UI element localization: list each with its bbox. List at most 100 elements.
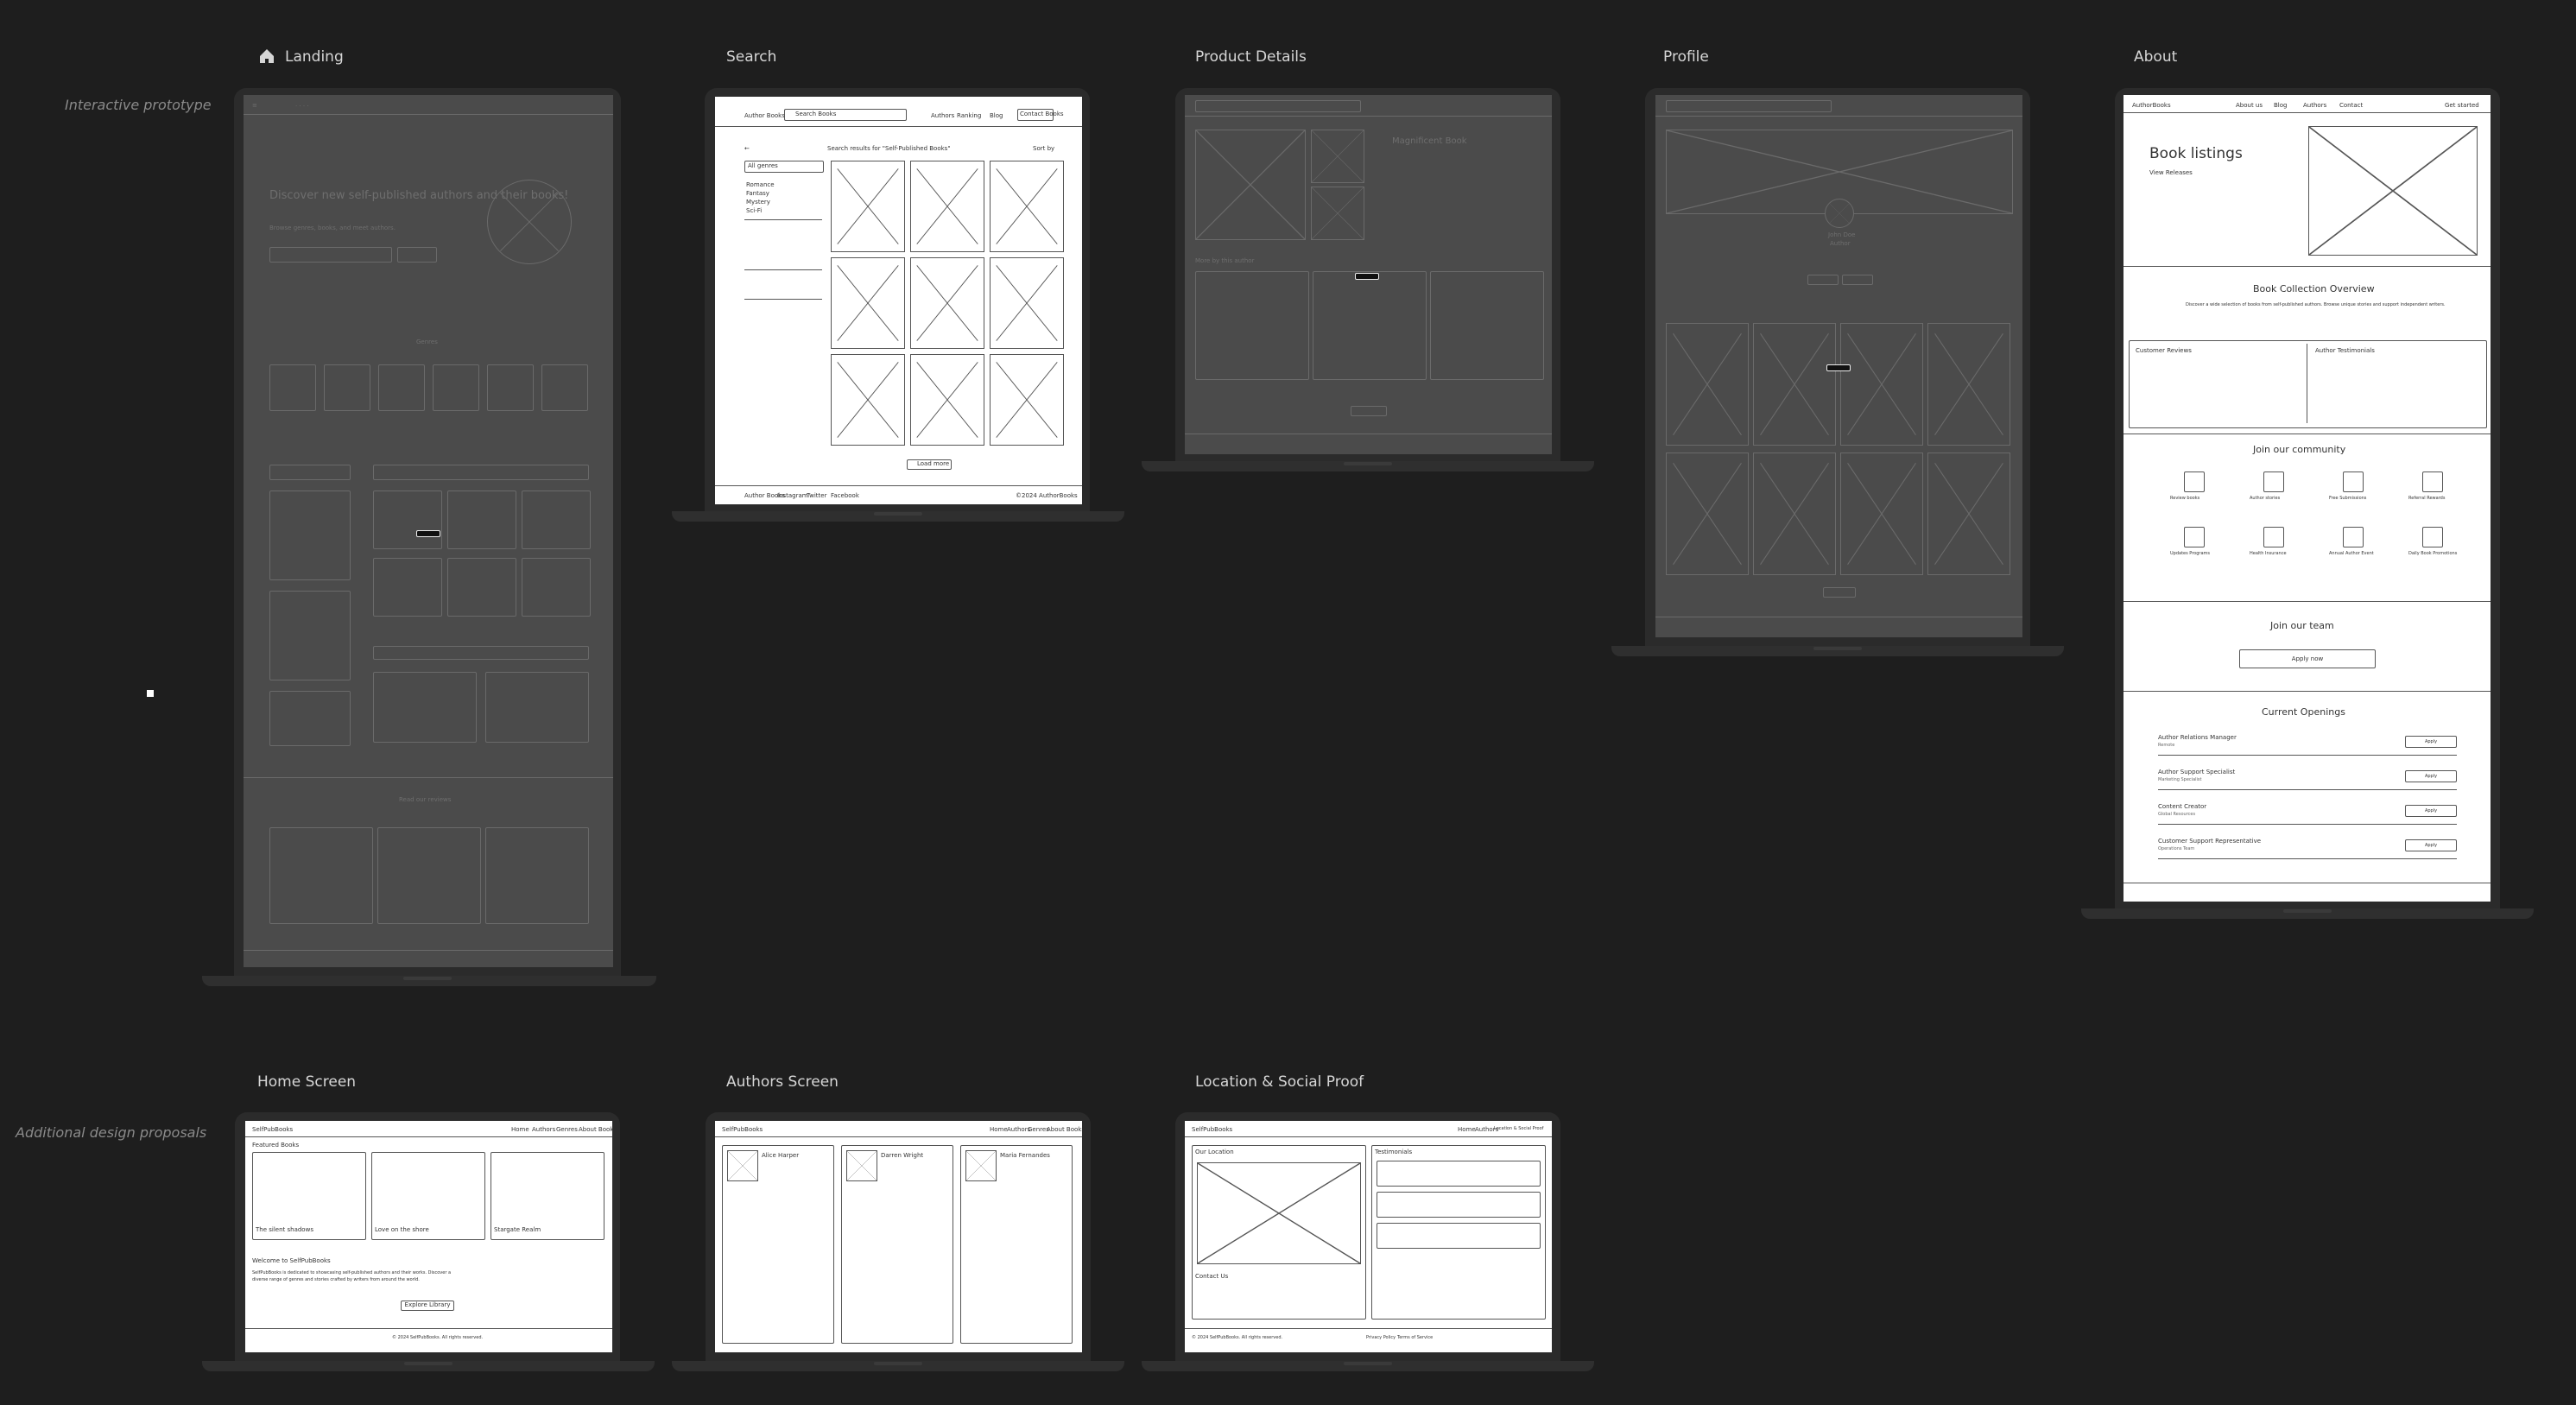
footer-link[interactable]: Privacy Policy <box>1366 1335 1396 1340</box>
nav-link[interactable]: About Books <box>1047 1126 1082 1133</box>
selection-handle[interactable] <box>147 690 154 697</box>
nav-link[interactable]: Blog <box>2274 102 2287 109</box>
profile-book-card[interactable] <box>1666 323 1749 446</box>
related-book-card[interactable] <box>1430 271 1544 380</box>
review-card <box>485 827 589 924</box>
filter-option[interactable]: Fantasy <box>746 190 769 197</box>
search-input[interactable]: Search Books <box>784 109 907 121</box>
footer-link[interactable]: Twitter <box>807 492 826 499</box>
search-result-card[interactable] <box>831 354 905 446</box>
related-book-card[interactable] <box>1313 271 1427 380</box>
nav-link[interactable]: Authors <box>931 112 954 119</box>
nav-link[interactable]: About us <box>2236 102 2263 109</box>
search-result-card[interactable] <box>910 354 984 446</box>
cursor-indicator <box>416 530 440 537</box>
profile-book-card[interactable] <box>1840 323 1923 446</box>
filter-pill[interactable] <box>269 465 351 480</box>
overview-title: Book Collection Overview <box>2253 283 2375 294</box>
sidebar-card <box>269 591 351 680</box>
community-icon[interactable] <box>2343 471 2364 492</box>
community-icon[interactable] <box>2343 527 2364 547</box>
profile-book-card[interactable] <box>1927 453 2010 575</box>
map-placeholder[interactable] <box>1197 1162 1361 1264</box>
explore-library-button[interactable]: Explore Library <box>401 1301 454 1311</box>
review-card <box>269 827 373 924</box>
community-icon[interactable] <box>2422 527 2443 547</box>
apply-now-button[interactable]: Apply now <box>2239 649 2376 668</box>
footer-link[interactable]: Instagram <box>777 492 808 499</box>
nav-link[interactable]: Authors <box>2303 102 2326 109</box>
follow-button[interactable] <box>1807 275 1839 285</box>
apply-button[interactable]: Apply <box>2405 736 2457 748</box>
nav-link[interactable]: Home <box>990 1126 1008 1133</box>
product-thumb[interactable] <box>1311 130 1364 183</box>
nav-link[interactable]: About Books <box>579 1126 612 1133</box>
nav-link[interactable]: Authors <box>532 1126 555 1133</box>
nav-link[interactable]: Genres <box>556 1126 578 1133</box>
frame-title-home[interactable]: Home Screen <box>257 1073 356 1091</box>
profile-book-card[interactable] <box>1840 453 1923 575</box>
frame-title-authors[interactable]: Authors Screen <box>726 1073 839 1091</box>
nav-link[interactable]: Location & Social Proof <box>1494 1126 1543 1131</box>
landing-search-button[interactable] <box>397 247 437 263</box>
profile-book-card[interactable] <box>1927 323 2010 446</box>
profile-book-card[interactable] <box>1666 453 1749 575</box>
genre-card[interactable] <box>378 364 425 411</box>
related-book-card[interactable] <box>1195 271 1309 380</box>
opening-location: Remote <box>2158 743 2175 748</box>
back-icon[interactable]: ← <box>744 145 750 152</box>
nav-link[interactable]: Blog <box>990 112 1003 119</box>
community-icon[interactable] <box>2263 527 2284 547</box>
search-result-card[interactable] <box>831 161 905 252</box>
apply-button[interactable]: Apply <box>2405 805 2457 817</box>
view-more-button[interactable] <box>1351 406 1387 416</box>
community-icon[interactable] <box>2263 471 2284 492</box>
nav-link[interactable]: Contact <box>2339 102 2363 109</box>
nav-link[interactable]: Home <box>511 1126 529 1133</box>
profile-book-card[interactable] <box>1753 323 1836 446</box>
community-icon[interactable] <box>2184 527 2205 547</box>
search-result-card[interactable] <box>990 257 1064 349</box>
landing-search-input[interactable] <box>269 247 392 263</box>
genre-card[interactable] <box>269 364 316 411</box>
footer-link[interactable]: Terms of Service <box>1397 1335 1433 1340</box>
search-result-card[interactable] <box>910 161 984 252</box>
nav-cta-label: Contact Books <box>1020 111 1064 117</box>
nav-link[interactable]: Home <box>1458 1126 1476 1133</box>
genre-card[interactable] <box>433 364 479 411</box>
frame-title-profile[interactable]: Profile <box>1663 48 1709 66</box>
frame-title-landing[interactable]: Landing <box>285 48 344 66</box>
search-result-card[interactable] <box>910 257 984 349</box>
footer-link[interactable]: Facebook <box>831 492 859 499</box>
frame-title-about[interactable]: About <box>2134 48 2177 66</box>
sort-bar[interactable] <box>373 465 589 480</box>
apply-button[interactable]: Apply <box>2405 770 2457 782</box>
opening-role: Content Creator <box>2158 803 2207 810</box>
filter-option[interactable]: Romance <box>746 181 775 188</box>
frame-title-product[interactable]: Product Details <box>1195 48 1307 66</box>
community-icon[interactable] <box>2422 471 2443 492</box>
genre-card[interactable] <box>487 364 534 411</box>
frame-title-search[interactable]: Search <box>726 48 776 66</box>
filter-option[interactable]: Sci-Fi <box>746 207 762 214</box>
search-result-card[interactable] <box>990 354 1064 446</box>
card-title: Stargate Realm <box>494 1226 541 1233</box>
filter-option[interactable]: Mystery <box>746 199 770 206</box>
genre-card[interactable] <box>541 364 588 411</box>
search-result-card[interactable] <box>990 161 1064 252</box>
nav-link[interactable]: Ranking <box>957 112 981 119</box>
community-icon[interactable] <box>2184 471 2205 492</box>
frame-title-location[interactable]: Location & Social Proof <box>1195 1073 1364 1091</box>
search-results-grid <box>831 161 1068 454</box>
load-more-button[interactable] <box>1823 587 1856 598</box>
genre-card[interactable] <box>324 364 370 411</box>
profile-book-card[interactable] <box>1753 453 1836 575</box>
apply-button[interactable]: Apply <box>2405 839 2457 851</box>
product-thumb[interactable] <box>1311 187 1364 240</box>
info-card <box>373 672 477 743</box>
get-started-link[interactable]: Get started <box>2445 102 2479 109</box>
search-result-card[interactable] <box>831 257 905 349</box>
reviews-label: Read our reviews <box>399 796 452 803</box>
sort-dropdown[interactable]: Sort by <box>1033 145 1054 152</box>
message-button[interactable] <box>1842 275 1873 285</box>
